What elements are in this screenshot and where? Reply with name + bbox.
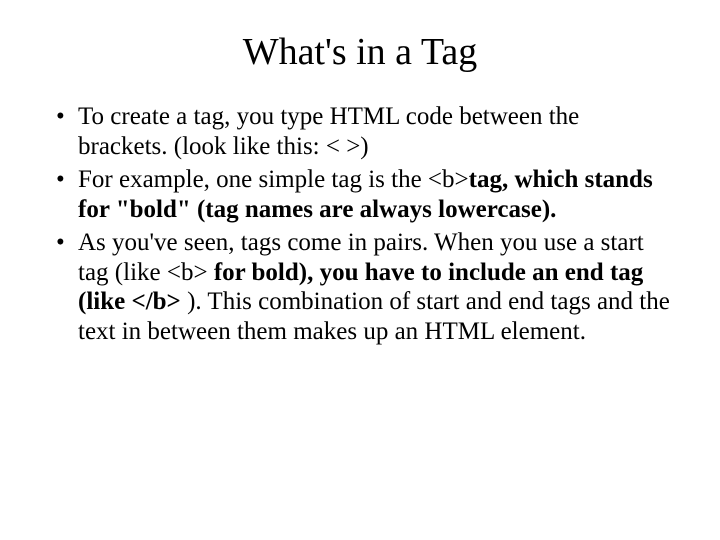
list-item: For example, one simple tag is the <b>ta… [50, 165, 670, 224]
text-run: For example, one simple tag is the <b> [78, 166, 469, 193]
slide-title: What's in a Tag [50, 30, 670, 74]
list-item: As you've seen, tags come in pairs. When… [50, 228, 670, 346]
list-item: To create a tag, you type HTML code betw… [50, 102, 670, 161]
bullet-list: To create a tag, you type HTML code betw… [50, 102, 670, 346]
text-run: To create a tag, you type HTML code betw… [78, 103, 579, 160]
slide: What's in a Tag To create a tag, you typ… [0, 0, 720, 390]
